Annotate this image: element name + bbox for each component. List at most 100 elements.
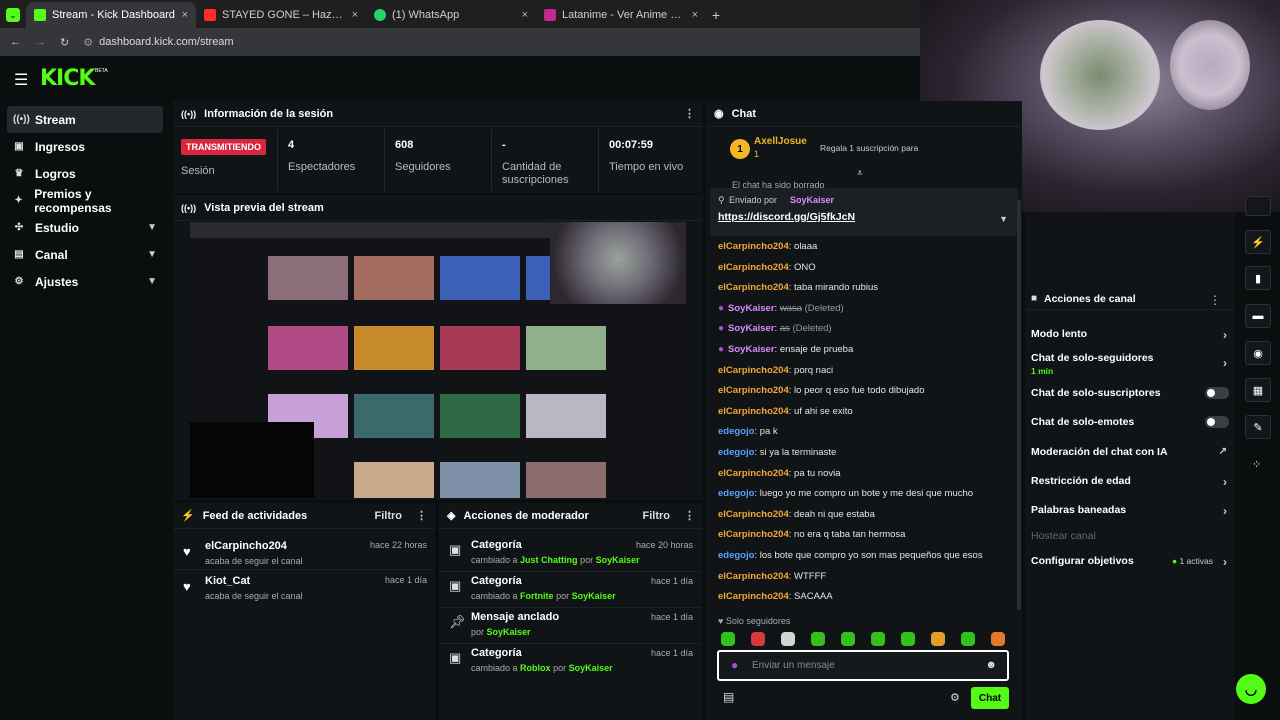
chevron-down-icon[interactable]: ▼ bbox=[999, 214, 1008, 224]
emote-icon[interactable] bbox=[961, 632, 975, 646]
tab-list-button[interactable]: ⌄ bbox=[0, 2, 26, 28]
emote-icon[interactable] bbox=[871, 632, 885, 646]
chat-username[interactable]: elCarpincho204 bbox=[718, 262, 789, 273]
ai-moderation-row[interactable]: Moderación del chat con IA ↗ bbox=[1031, 446, 1231, 458]
chat-input-box[interactable]: ● Enviar un mensaje ☻ bbox=[717, 650, 1009, 681]
close-tab-icon[interactable]: × bbox=[182, 9, 188, 21]
emote-icon[interactable] bbox=[751, 632, 765, 646]
feed-user[interactable]: elCarpincho204 bbox=[205, 540, 287, 552]
new-tab-button[interactable]: + bbox=[706, 2, 726, 28]
emotes-only-row[interactable]: Chat de solo-emotes bbox=[1031, 416, 1231, 428]
lightning-icon[interactable]: ⚡ bbox=[1245, 230, 1271, 254]
chat-username[interactable]: SoyKaiser bbox=[728, 323, 774, 334]
sidebar-item-canal[interactable]: ▤ Canal ▼ bbox=[7, 241, 163, 268]
browser-tab-whatsapp[interactable]: (1) WhatsApp × bbox=[366, 2, 536, 28]
chat-username[interactable]: elCarpincho204 bbox=[718, 365, 789, 376]
cluster-icon[interactable]: ⁘ bbox=[1252, 458, 1261, 471]
followers-only-row[interactable]: Chat de solo-seguidores 1 min › bbox=[1031, 352, 1231, 376]
chat-username[interactable]: SoyKaiser bbox=[728, 303, 774, 314]
emote-icon[interactable] bbox=[901, 632, 915, 646]
more-options-icon[interactable]: ⋮ bbox=[684, 509, 695, 522]
preview-overlay-box bbox=[190, 422, 314, 498]
emote-icon[interactable] bbox=[811, 632, 825, 646]
detail-user[interactable]: SoyKaiser bbox=[487, 627, 531, 637]
chat-username[interactable]: SoyKaiser bbox=[728, 344, 774, 355]
sidebar-item-estudio[interactable]: ✣ Estudio ▼ bbox=[7, 214, 163, 241]
detail-user[interactable]: SoyKaiser bbox=[569, 663, 613, 673]
close-tab-icon[interactable]: × bbox=[522, 9, 528, 21]
broadcast-icon[interactable]: ◉ bbox=[1245, 341, 1271, 365]
subs-only-toggle[interactable] bbox=[1205, 387, 1229, 399]
chat-username[interactable]: elCarpincho204 bbox=[718, 571, 789, 582]
kick-logo[interactable]: KICK bbox=[40, 66, 95, 91]
filter-button[interactable]: Filtro bbox=[643, 510, 671, 522]
scroll-down-icon[interactable]: ⩡ bbox=[857, 168, 863, 179]
browser-tab-latanime[interactable]: Latanime - Ver Anime Online F × bbox=[536, 2, 706, 28]
forward-arrow-icon[interactable]: → bbox=[35, 36, 46, 48]
emote-icon[interactable] bbox=[991, 632, 1005, 646]
emote-icon[interactable] bbox=[781, 632, 795, 646]
browser-tab-youtube[interactable]: STAYED GONE – Hazbin Hotel × bbox=[196, 2, 366, 28]
emote-icon[interactable] bbox=[931, 632, 945, 646]
detail-user[interactable]: SoyKaiser bbox=[596, 555, 640, 565]
browser-tab-kick[interactable]: Stream - Kick Dashboard × bbox=[26, 2, 196, 28]
back-arrow-icon[interactable]: ← bbox=[10, 36, 21, 48]
thumb bbox=[526, 256, 550, 300]
chat-username[interactable]: edegojo bbox=[718, 550, 754, 561]
support-chat-button[interactable]: ◡ bbox=[1236, 674, 1266, 704]
url-field[interactable]: dashboard.kick.com/stream bbox=[99, 36, 234, 48]
more-options-icon[interactable]: ⋮ bbox=[416, 509, 427, 522]
age-restriction-row[interactable]: Restricción de edad › bbox=[1031, 475, 1231, 489]
menu-icon[interactable]: ☰ bbox=[14, 70, 28, 90]
emoji-icon[interactable]: ☻ bbox=[985, 659, 997, 671]
close-tab-icon[interactable]: × bbox=[352, 9, 358, 21]
pinned-link[interactable]: https://discord.gg/Gj5fkJcN bbox=[718, 211, 855, 223]
feed-user[interactable]: Kiot_Cat bbox=[205, 575, 250, 587]
chat-username[interactable]: elCarpincho204 bbox=[718, 385, 789, 396]
sidebar-item-premios[interactable]: ✦ Premios y recompensas bbox=[7, 187, 163, 215]
chat-bubble-icon[interactable]: ▬ bbox=[1245, 304, 1271, 328]
quick-action-button[interactable] bbox=[1245, 196, 1271, 216]
sidebar-item-logros[interactable]: ♛ Logros bbox=[7, 160, 163, 187]
more-options-icon[interactable]: ⋮ bbox=[1209, 293, 1221, 307]
chat-username[interactable]: edegojo bbox=[718, 426, 754, 437]
pinned-message[interactable]: ⚲ Enviado por SoyKaiser https://discord.… bbox=[710, 188, 1018, 236]
emotes-only-toggle[interactable] bbox=[1205, 416, 1229, 428]
chat-scrollbar[interactable] bbox=[1017, 200, 1021, 610]
close-tab-icon[interactable]: × bbox=[692, 9, 698, 21]
banned-words-row[interactable]: Palabras baneadas › bbox=[1031, 504, 1231, 518]
goals-row[interactable]: Configurar objetivos ● 1 activas › bbox=[1031, 555, 1231, 569]
chat-username[interactable]: elCarpincho204 bbox=[718, 529, 789, 540]
chat-username[interactable]: elCarpincho204 bbox=[718, 241, 789, 252]
layout-icon[interactable]: ▦ bbox=[1245, 378, 1271, 402]
chat-send-button[interactable]: Chat bbox=[971, 687, 1009, 709]
gifter-name[interactable]: AxellJosue bbox=[754, 136, 807, 147]
chat-username[interactable]: edegojo bbox=[718, 447, 754, 458]
subs-only-row[interactable]: Chat de solo-suscriptores bbox=[1031, 387, 1231, 399]
wrench-icon[interactable]: ✎ bbox=[1245, 415, 1271, 439]
chat-username[interactable]: elCarpincho204 bbox=[718, 509, 789, 520]
microphone-icon[interactable]: ● bbox=[731, 658, 738, 672]
sidebar-item-ajustes[interactable]: ⚙ Ajustes ▼ bbox=[7, 268, 163, 295]
stat-value: 608 bbox=[395, 139, 414, 151]
chat-username[interactable]: elCarpincho204 bbox=[718, 591, 789, 602]
emote-icon[interactable] bbox=[721, 632, 735, 646]
chat-username[interactable]: elCarpincho204 bbox=[718, 282, 789, 293]
sidebar-item-stream[interactable]: ((•)) Stream bbox=[7, 106, 163, 133]
chat-username[interactable]: elCarpincho204 bbox=[718, 468, 789, 479]
more-options-icon[interactable]: ⋮ bbox=[684, 107, 695, 120]
gear-icon[interactable]: ⚙ bbox=[950, 691, 960, 704]
reload-icon[interactable]: ↻ bbox=[60, 36, 69, 49]
chat-username[interactable]: elCarpincho204 bbox=[718, 406, 789, 417]
filter-button[interactable]: Filtro bbox=[375, 510, 403, 522]
emote-icon[interactable] bbox=[841, 632, 855, 646]
store-icon[interactable]: ▤ bbox=[723, 690, 734, 704]
detail-user[interactable]: SoyKaiser bbox=[572, 591, 616, 601]
slow-mode-row[interactable]: Modo lento › bbox=[1031, 328, 1231, 342]
pinned-by[interactable]: SoyKaiser bbox=[790, 195, 834, 205]
chat-username[interactable]: edegojo bbox=[718, 488, 754, 499]
sidebar-item-ingresos[interactable]: ▣ Ingresos bbox=[7, 133, 163, 160]
site-info-icon[interactable]: ⚙ bbox=[83, 36, 93, 49]
document-icon[interactable]: ▮ bbox=[1245, 266, 1271, 290]
stream-preview-video[interactable] bbox=[190, 222, 686, 498]
